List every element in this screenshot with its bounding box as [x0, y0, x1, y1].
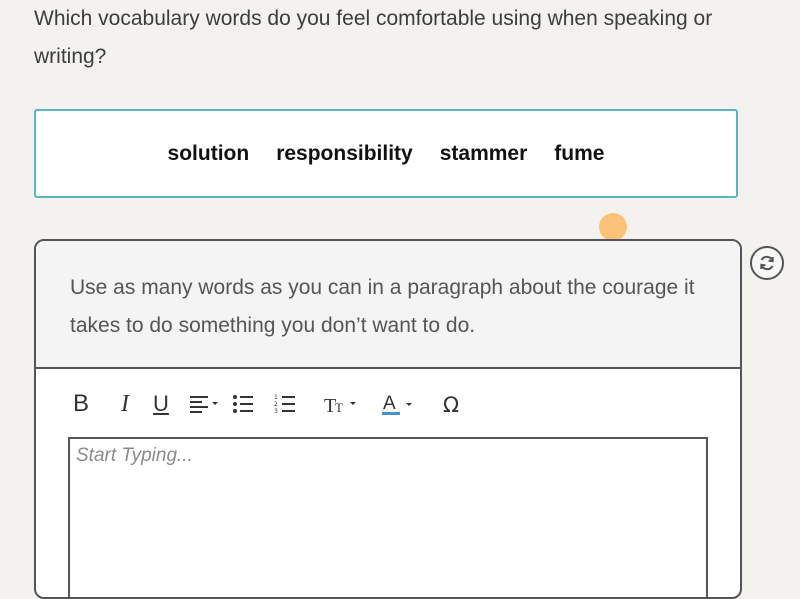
bullet-list-button[interactable]	[232, 389, 254, 419]
underline-button[interactable]: U	[150, 389, 172, 419]
align-icon	[190, 396, 218, 413]
numbered-list-icon: 1 2 3	[274, 394, 295, 414]
vocabulary-word-box: solution responsibility stammer fume	[34, 109, 738, 198]
special-character-icon: Ω	[443, 393, 459, 415]
svg-text:Ω: Ω	[443, 393, 459, 415]
font-color-icon: A	[382, 393, 412, 415]
bullet-list-icon	[233, 395, 253, 413]
vocab-word: stammer	[439, 141, 528, 165]
bold-button[interactable]: B	[70, 389, 92, 419]
special-character-button[interactable]: Ω	[442, 389, 464, 419]
svg-text:A: A	[383, 393, 396, 414]
vocab-word: fume	[554, 141, 605, 165]
underline-icon: U	[153, 391, 169, 416]
svg-text:T: T	[335, 400, 343, 414]
italic-button[interactable]: I	[114, 389, 136, 419]
writing-card: Use as many words as you can in a paragr…	[34, 239, 742, 599]
refresh-icon	[760, 255, 774, 271]
numbered-list-button[interactable]: 1 2 3	[274, 389, 296, 419]
status-dot	[599, 213, 627, 241]
text-editor[interactable]: Start Typing...	[68, 437, 708, 597]
bold-icon: B	[72, 390, 89, 417]
vocab-word: responsibility	[276, 141, 413, 165]
editor-placeholder: Start Typing...	[76, 445, 193, 466]
writing-prompt: Use as many words as you can in a paragr…	[36, 241, 740, 369]
svg-text:3: 3	[274, 408, 278, 414]
italic-icon: I	[121, 390, 129, 417]
editor-toolbar: B I U 1 2 3 T T A Ω	[70, 389, 464, 419]
vocab-word: solution	[167, 141, 250, 165]
font-color-dropdown[interactable]: A	[382, 389, 414, 419]
question-text: Which vocabulary words do you feel comfo…	[34, 7, 713, 68]
text-size-dropdown[interactable]: T T	[324, 389, 358, 419]
svg-text:2: 2	[274, 401, 278, 408]
refresh-button[interactable]	[750, 246, 784, 280]
svg-text:1: 1	[274, 394, 278, 401]
align-dropdown[interactable]	[190, 389, 220, 419]
text-size-icon: T T	[324, 395, 356, 414]
